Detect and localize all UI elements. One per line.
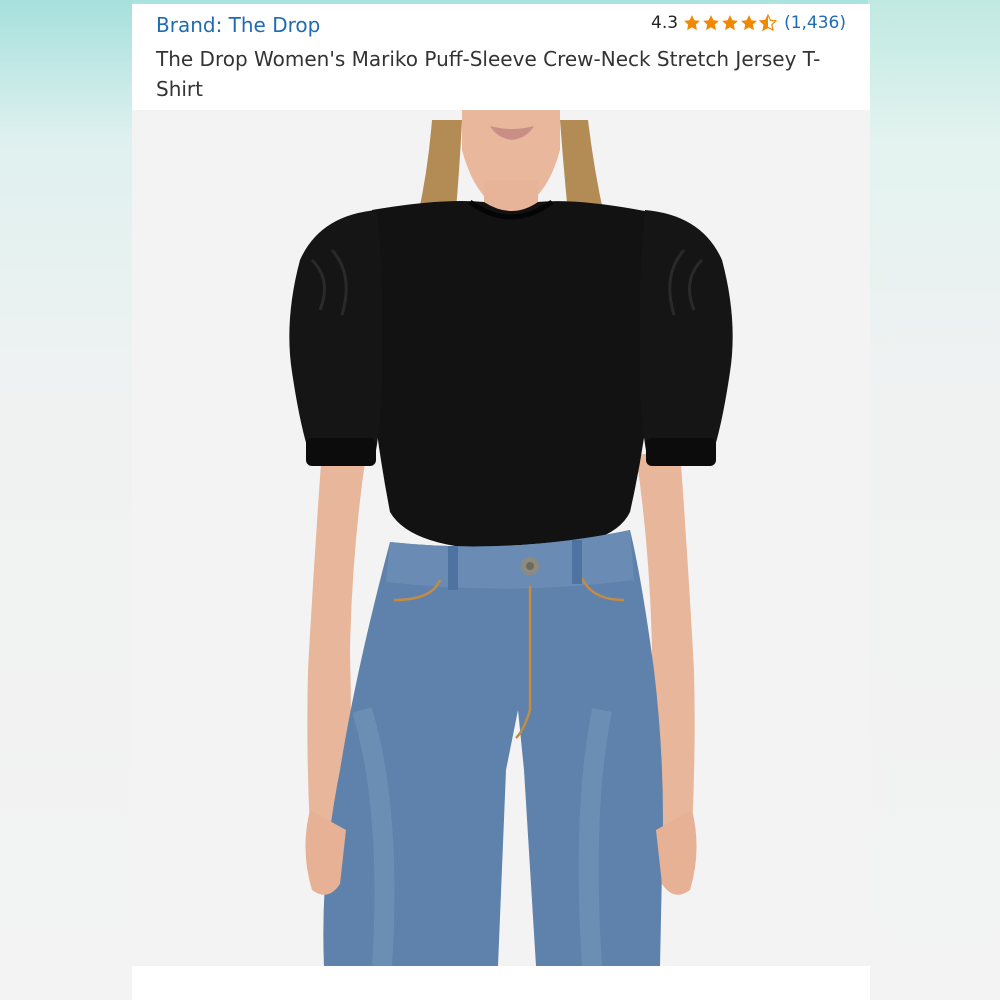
review-count-link[interactable]: (1,436) [784, 13, 846, 33]
card-footer [132, 966, 870, 1000]
product-image[interactable] [132, 110, 870, 966]
star-icon [722, 15, 738, 31]
brand-link[interactable]: Brand: The Drop [156, 13, 320, 37]
star-icon [703, 15, 719, 31]
rating-summary[interactable]: 4.3 (1,436) [651, 13, 846, 33]
star-icon [741, 15, 757, 31]
background-right [868, 0, 1000, 1000]
star-icon [684, 15, 700, 31]
product-header: Brand: The Drop 4.3 (1,436) The Drop Wom… [132, 4, 870, 108]
product-card: Brand: The Drop 4.3 (1,436) The Drop Wom… [132, 4, 870, 1000]
model-photo [132, 110, 870, 966]
product-title[interactable]: The Drop Women's Mariko Puff-Sleeve Crew… [156, 44, 836, 104]
star-rating[interactable] [683, 14, 778, 32]
background-left [0, 0, 132, 1000]
rating-value: 4.3 [651, 13, 679, 33]
half-star-icon [759, 14, 778, 32]
